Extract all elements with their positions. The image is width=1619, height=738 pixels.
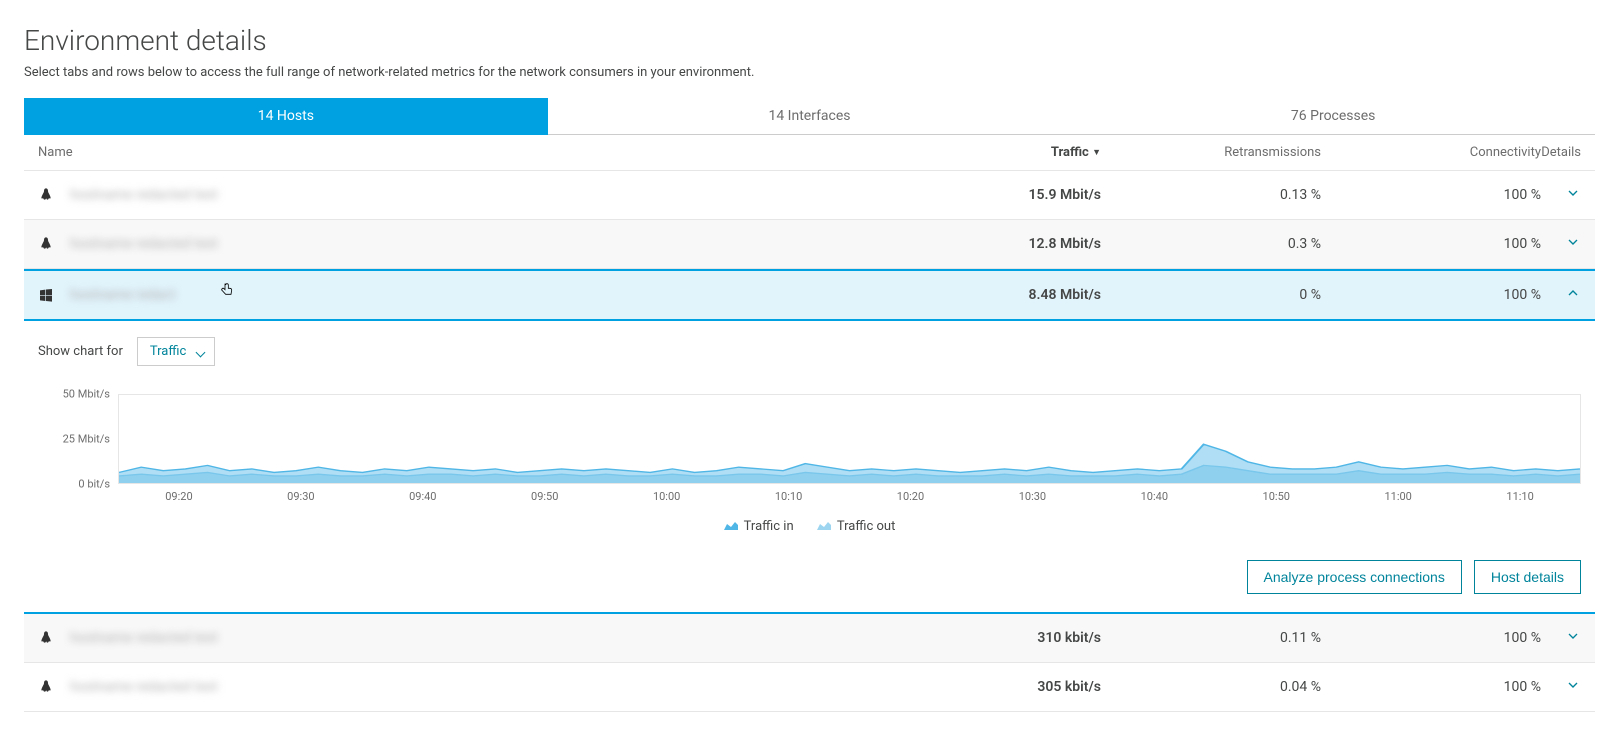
col-header-traffic[interactable]: Traffic ▼ [881, 145, 1101, 160]
area-icon [724, 519, 738, 534]
linux-icon [38, 236, 54, 252]
col-header-name[interactable]: Name [38, 145, 881, 160]
table-header: Name Traffic ▼ Retransmissions Connectiv… [24, 135, 1595, 171]
tab-interfaces[interactable]: 14 Interfaces [548, 98, 1072, 135]
tabs: 14 Hosts 14 Interfaces 76 Processes [24, 98, 1595, 135]
chart-plot-area[interactable] [118, 394, 1581, 484]
table-row[interactable]: hostname redact 8.48 Mbit/s 0 % 100 % [24, 269, 1595, 321]
host-name: hostname redacted text [70, 187, 218, 203]
tab-hosts[interactable]: 14 Hosts [24, 98, 548, 135]
expand-toggle[interactable] [1541, 185, 1581, 205]
host-name: hostname redacted text [70, 236, 218, 252]
host-name: hostname redact [70, 287, 175, 303]
hosts-table: Name Traffic ▼ Retransmissions Connectiv… [24, 135, 1595, 712]
cell-traffic: 310 kbit/s [881, 630, 1101, 646]
linux-icon [38, 187, 54, 203]
expanded-panel: Show chart for Traffic 50 Mbit/s 25 Mbit… [24, 321, 1595, 612]
page-title: Environment details [24, 24, 1595, 57]
chart-for-label: Show chart for [38, 344, 123, 359]
host-details-button[interactable]: Host details [1474, 560, 1581, 594]
legend-traffic-in[interactable]: Traffic in [724, 519, 794, 534]
expand-toggle[interactable] [1541, 234, 1581, 254]
expand-toggle[interactable] [1541, 677, 1581, 697]
host-name: hostname redacted text [70, 630, 218, 646]
chart-metric-select[interactable]: Traffic [137, 337, 215, 366]
cell-traffic: 8.48 Mbit/s [881, 287, 1101, 303]
linux-icon [38, 630, 54, 646]
col-header-connectivity[interactable]: Connectivity [1321, 145, 1541, 160]
cell-traffic: 305 kbit/s [881, 679, 1101, 695]
cell-connectivity: 100 % [1321, 287, 1541, 303]
cell-retransmissions: 0.13 % [1101, 187, 1321, 203]
chart-legend: Traffic in Traffic out [38, 503, 1581, 542]
table-row[interactable]: hostname redacted text 305 kbit/s 0.04 %… [24, 663, 1595, 712]
cell-connectivity: 100 % [1321, 630, 1541, 646]
traffic-chart: 50 Mbit/s 25 Mbit/s 0 bit/s [38, 394, 1581, 484]
page-subtitle: Select tabs and rows below to access the… [24, 65, 1595, 80]
table-row[interactable]: hostname redacted text 310 kbit/s 0.11 %… [24, 614, 1595, 663]
chart-x-axis: 09:2009:3009:4009:5010:0010:1010:2010:30… [118, 484, 1581, 503]
host-name: hostname redacted text [70, 679, 218, 695]
chart-y-axis: 50 Mbit/s 25 Mbit/s 0 bit/s [38, 394, 118, 484]
cell-retransmissions: 0.04 % [1101, 679, 1321, 695]
legend-traffic-out[interactable]: Traffic out [817, 519, 895, 534]
cell-retransmissions: 0.11 % [1101, 630, 1321, 646]
analyze-process-connections-button[interactable]: Analyze process connections [1247, 560, 1462, 594]
linux-icon [38, 679, 54, 695]
cell-retransmissions: 0.3 % [1101, 236, 1321, 252]
cell-connectivity: 100 % [1321, 679, 1541, 695]
table-row[interactable]: hostname redacted text 12.8 Mbit/s 0.3 %… [24, 220, 1595, 269]
collapse-toggle[interactable] [1541, 285, 1581, 305]
cell-traffic: 15.9 Mbit/s [881, 187, 1101, 203]
area-icon [817, 519, 831, 534]
table-row[interactable]: hostname redacted text 15.9 Mbit/s 0.13 … [24, 171, 1595, 220]
col-header-retransmissions[interactable]: Retransmissions [1101, 145, 1321, 160]
sort-desc-icon: ▼ [1092, 148, 1101, 158]
tab-processes[interactable]: 76 Processes [1071, 98, 1595, 135]
col-header-details: Details [1541, 145, 1581, 160]
cell-traffic: 12.8 Mbit/s [881, 236, 1101, 252]
cell-connectivity: 100 % [1321, 236, 1541, 252]
windows-icon [38, 287, 54, 303]
cell-connectivity: 100 % [1321, 187, 1541, 203]
expand-toggle[interactable] [1541, 628, 1581, 648]
cell-retransmissions: 0 % [1101, 287, 1321, 303]
